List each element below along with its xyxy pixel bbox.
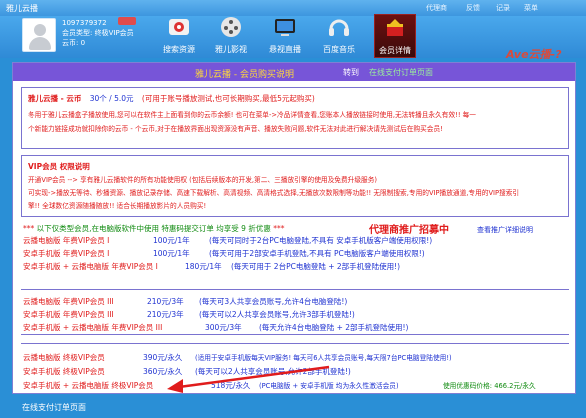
coin-price: 30个 / 5.0元: [89, 94, 134, 103]
vip-desc-1: 开通VIP会员 --> 享有雅儿云播软件的所有功能使用权 (包括后续版本的开发,…: [28, 176, 378, 184]
plans-annual: *** 以下仅类型会员,在电脑版软件中使用 特惠码提交订单 均享受 9 折优惠 …: [21, 223, 569, 275]
page-title: 雅儿云播 - 会员购买说明: [195, 70, 294, 80]
plan-name: 安卓手机版 + 云播电脑版 终极VIP会员: [23, 381, 154, 390]
purchase-header: 雅儿云播 - 会员购买说明 转到 在线支付订单页面: [13, 63, 575, 81]
plan-name: 云播电脑版 年费VIP会员 I: [23, 236, 110, 245]
plan-desc: (每天可用于2部安卓手机登陆,不具有 PC电脑版客户端使用权限!): [209, 249, 425, 258]
plan-price: 100元/1年: [153, 236, 190, 245]
order-page-link[interactable]: 在线支付订单页面: [369, 67, 433, 78]
vip-desc-2: 可实现->播放无等待、秒播资源、播放记录存储、高速下载解析、高清视频、高清格式选…: [28, 189, 520, 197]
plan-desc: (每天可同时于2台PC电脑登陆,不具有 安卓手机版客户端使用权限!): [209, 236, 433, 245]
nav-label: 搜索资源: [163, 45, 195, 54]
coin-desc-2: 个新能力链接成功就扣除你的云币 - 个云币,对于在播放界面出现资源没有声音、播放…: [28, 125, 443, 133]
recharge-button[interactable]: [118, 17, 136, 25]
nav-music[interactable]: 百度音乐: [318, 14, 360, 58]
plan-price: 210元/3年: [147, 310, 184, 319]
member-icon: [381, 15, 409, 41]
brand-logo: Ave云播-?: [506, 48, 562, 61]
plan-price: 180元/1年: [185, 262, 222, 271]
bottom-bar: 在线支付订单页面: [0, 396, 586, 418]
vip-title: VIP会员 权限说明: [28, 162, 90, 171]
coin-title: 雅儿云播 - 云币: [28, 94, 82, 103]
nav-film[interactable]: 雅儿影视: [210, 14, 252, 58]
arrow-annotation: [167, 365, 330, 393]
plan-name: 安卓手机版 年费VIP会员 I: [23, 249, 110, 258]
plan-name: 云播电脑版 年费VIP会员 III: [23, 297, 114, 306]
plan-name: 安卓手机版 + 云播电脑版 年费VIP会员 III: [23, 323, 163, 332]
menu-feedback[interactable]: 反馈: [466, 3, 480, 13]
member-type-label: 会员类型:: [62, 29, 93, 37]
menu-main[interactable]: 菜单: [524, 3, 538, 13]
plans-3year: 云播电脑版 年费VIP会员 III 210元/3年 (每天可3人共享会员账号,允许4…: [21, 289, 569, 335]
vip-desc-3: 擎!! 全球数亿资源随播随放!! 适合长期播放影片的人员购买!: [28, 202, 207, 210]
nav-label: 会员详情: [379, 46, 411, 55]
music-icon: [325, 14, 353, 40]
plan-price: 390元/永久: [143, 353, 183, 362]
nav-label: 悬视直播: [269, 45, 301, 54]
plan-name: 安卓手机版 年费VIP会员 III: [23, 310, 114, 319]
tv-icon: [271, 14, 299, 40]
member-type-value: 终极VIP会员: [94, 29, 134, 37]
promo-price: 使用优惠码价格: 466.2元/永久: [443, 382, 536, 390]
search-icon: [165, 14, 193, 40]
coin-note: (可用于账号播放测试,也可长期购买,最低5元起购买): [141, 94, 315, 103]
main-content: 雅儿云播 - 会员购买说明 转到 在线支付订单页面 雅儿云播 - 云币 30个 …: [12, 62, 576, 394]
bottom-order-link[interactable]: 在线支付订单页面: [22, 402, 86, 413]
plan-desc: (每天可3人共享会员账号,允许4台电脑登陆!): [199, 297, 348, 306]
plan-desc: (每天可用于 2台PC电脑登陆 + 2部手机登陆使用!): [231, 262, 401, 271]
plan-name: 安卓手机版 + 云播电脑版 年费VIP会员 I: [23, 262, 158, 271]
plan-name: 云播电脑版 终极VIP会员: [23, 353, 105, 362]
promo-title: 以下仅类型会员,在电脑版软件中使用 特惠码提交订单 均享受 9 折优惠: [36, 224, 271, 233]
nav-search[interactable]: 搜索资源: [158, 14, 200, 58]
menu-agent[interactable]: 代理商: [426, 3, 447, 13]
coin-section: 雅儿云播 - 云币 30个 / 5.0元 (可用于账号播放测试,也可长期购买,最…: [21, 87, 569, 149]
coins-label: 云币:: [62, 39, 79, 47]
plan-desc: (适用于安卓手机版每天VIP服务! 每天可6人共享会员账号,每天限7台PC电脑登…: [195, 354, 452, 362]
goto-label: 转到: [343, 68, 359, 77]
nav-label: 雅儿影视: [215, 45, 247, 54]
menu-records[interactable]: 记录: [496, 3, 510, 13]
plan-price: 300元/3年: [205, 323, 242, 332]
recruit-banner: 代理商推广招募中: [369, 225, 449, 236]
plan-price: 210元/3年: [147, 297, 184, 306]
coins-value: 0: [80, 39, 86, 47]
plan-price: 100元/1年: [153, 249, 190, 258]
nav-live[interactable]: 悬视直播: [264, 14, 306, 58]
nav-label: 百度音乐: [323, 45, 355, 54]
plan-name: 安卓手机版 终极VIP会员: [23, 367, 105, 376]
coin-desc-1: 冬用于雅儿云播盒子播放使用,您可以在软件主上面看到你的云币余额! 也可在菜单->…: [28, 111, 476, 119]
nav-member[interactable]: 会员详情: [374, 14, 416, 58]
promo-link[interactable]: 查看推广详细说明: [477, 225, 533, 235]
vip-section: VIP会员 权限说明 开通VIP会员 --> 享有雅儿云播软件的所有功能使用权 …: [21, 155, 569, 217]
avatar[interactable]: [22, 18, 56, 52]
plan-desc: (每天可以2人共享会员账号,允许3部手机登陆!): [199, 310, 355, 319]
app-title: 雅儿云播: [6, 4, 38, 13]
plan-desc: (每天允许4台电脑登陆 + 2部手机登陆使用!): [259, 323, 409, 332]
film-icon: [217, 14, 245, 40]
